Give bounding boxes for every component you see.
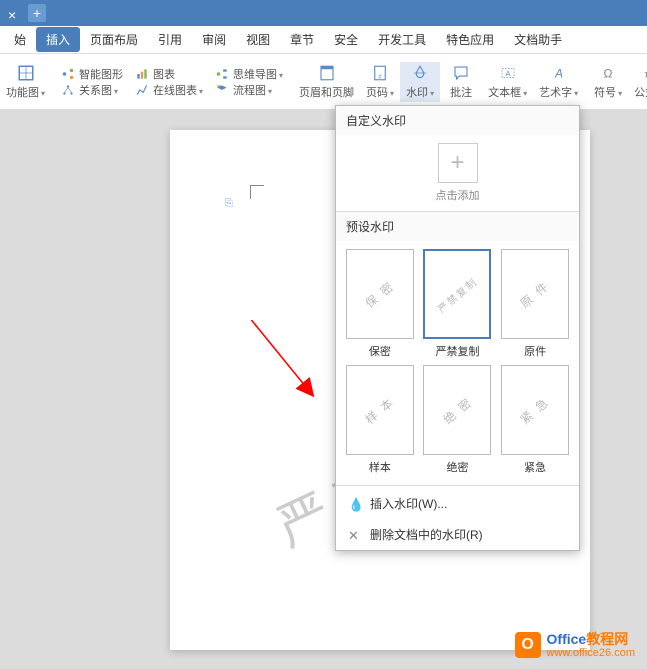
- svg-text:Ω: Ω: [604, 66, 613, 80]
- plus-icon: +: [438, 143, 478, 183]
- tool-equation[interactable]: π 公式▾: [628, 62, 647, 102]
- brand-logo-icon: O: [515, 632, 541, 658]
- tab-security[interactable]: 安全: [324, 27, 368, 52]
- droplet-icon: 💧: [348, 497, 362, 511]
- preset-confidential[interactable]: 保 密 保密: [344, 249, 416, 359]
- tool-function[interactable]: 功能图▾: [0, 62, 51, 102]
- remove-watermark-action[interactable]: ✕ 删除文档中的水印(R): [336, 519, 579, 550]
- ribbon-tabs: 始 插入 页面布局 引用 审阅 视图 章节 安全 开发工具 特色应用 文档助手: [0, 26, 647, 54]
- page-margin-marker: [250, 185, 264, 199]
- tab-layout[interactable]: 页面布局: [80, 27, 148, 52]
- insert-watermark-action[interactable]: 💧 插入水印(W)...: [336, 488, 579, 519]
- tool-relation[interactable]: 关系图▾: [61, 82, 123, 98]
- tab-view[interactable]: 视图: [236, 27, 280, 52]
- tool-smartart[interactable]: 智能图形: [61, 66, 123, 82]
- branding: O Office教程网 www.office26.com: [515, 632, 635, 659]
- pagenum-icon: #: [371, 64, 389, 82]
- preset-sample[interactable]: 样 本 样本: [344, 365, 416, 475]
- online-chart-icon: [135, 83, 149, 97]
- smart-icon: [61, 67, 75, 81]
- tool-online-chart[interactable]: 在线图表▾: [135, 82, 203, 98]
- preset-grid: 保 密 保密 严禁复制 严禁复制 原 件 原件 样 本 样本 绝 密 绝密 紧 …: [336, 241, 579, 483]
- preset-watermark-section: 预设水印: [336, 211, 579, 241]
- ribbon-toolbar: 功能图▾ 智能图形 关系图▾ 图表 在线图表▾ 思维导图▾ 流程图▾: [0, 54, 647, 110]
- svg-text:A: A: [505, 69, 510, 78]
- textbox-icon: A: [499, 64, 517, 82]
- preset-urgent[interactable]: 紧 急 紧急: [499, 365, 571, 475]
- tab-sections[interactable]: 章节: [280, 27, 324, 52]
- tool-textbox[interactable]: A 文本框▾: [482, 62, 533, 102]
- comment-icon: [452, 64, 470, 82]
- watermark-icon: [411, 64, 429, 82]
- tab-review[interactable]: 审阅: [192, 27, 236, 52]
- close-icon[interactable]: ×: [8, 7, 20, 19]
- new-tab-button[interactable]: +: [28, 4, 46, 22]
- grid-icon: [17, 64, 35, 82]
- tool-watermark[interactable]: 水印▾: [400, 62, 440, 102]
- relation-icon: [61, 83, 75, 97]
- titlebar: × +: [0, 0, 647, 26]
- tab-assistant[interactable]: 文档助手: [504, 27, 572, 52]
- brand-text: Office教程网 www.office26.com: [547, 632, 635, 659]
- remove-icon: ✕: [348, 528, 362, 542]
- tool-chart[interactable]: 图表: [135, 66, 203, 82]
- tool-flowchart[interactable]: 流程图▾: [215, 82, 283, 98]
- tab-developer[interactable]: 开发工具: [368, 27, 436, 52]
- add-label: 点击添加: [436, 187, 480, 203]
- tool-label: 功能图▾: [6, 84, 45, 100]
- page-anchor-icon: ⎘: [225, 198, 233, 209]
- wordart-icon: A: [550, 64, 568, 82]
- tab-references[interactable]: 引用: [148, 27, 192, 52]
- tool-header-footer[interactable]: 页眉和页脚: [293, 62, 360, 102]
- tab-features[interactable]: 特色应用: [436, 27, 504, 52]
- preset-topsecret[interactable]: 绝 密 绝密: [422, 365, 494, 475]
- mind-icon: [215, 67, 229, 81]
- flow-icon: [215, 83, 229, 97]
- equation-icon: π: [639, 64, 647, 82]
- tool-wordart[interactable]: A 艺术字▾: [533, 62, 584, 102]
- tool-pagenum[interactable]: # 页码▾: [360, 62, 400, 102]
- add-watermark-button[interactable]: + 点击添加: [336, 135, 579, 211]
- tool-comment[interactable]: 批注: [444, 62, 478, 102]
- preset-nocopy[interactable]: 严禁复制 严禁复制: [422, 249, 494, 359]
- chart-icon: [135, 67, 149, 81]
- preset-original[interactable]: 原 件 原件: [499, 249, 571, 359]
- tab-insert[interactable]: 插入: [36, 27, 80, 52]
- watermark-dropdown: 自定义水印 + 点击添加 预设水印 保 密 保密 严禁复制 严禁复制 原 件 原…: [335, 105, 580, 551]
- custom-watermark-section: 自定义水印: [336, 106, 579, 135]
- separator: [336, 485, 579, 486]
- tool-symbol[interactable]: Ω 符号▾: [588, 62, 628, 102]
- tab-start[interactable]: 始: [4, 27, 36, 52]
- symbol-icon: Ω: [599, 64, 617, 82]
- tool-mindmap[interactable]: 思维导图▾: [215, 66, 283, 82]
- header-icon: [318, 64, 336, 82]
- svg-text:A: A: [554, 66, 563, 80]
